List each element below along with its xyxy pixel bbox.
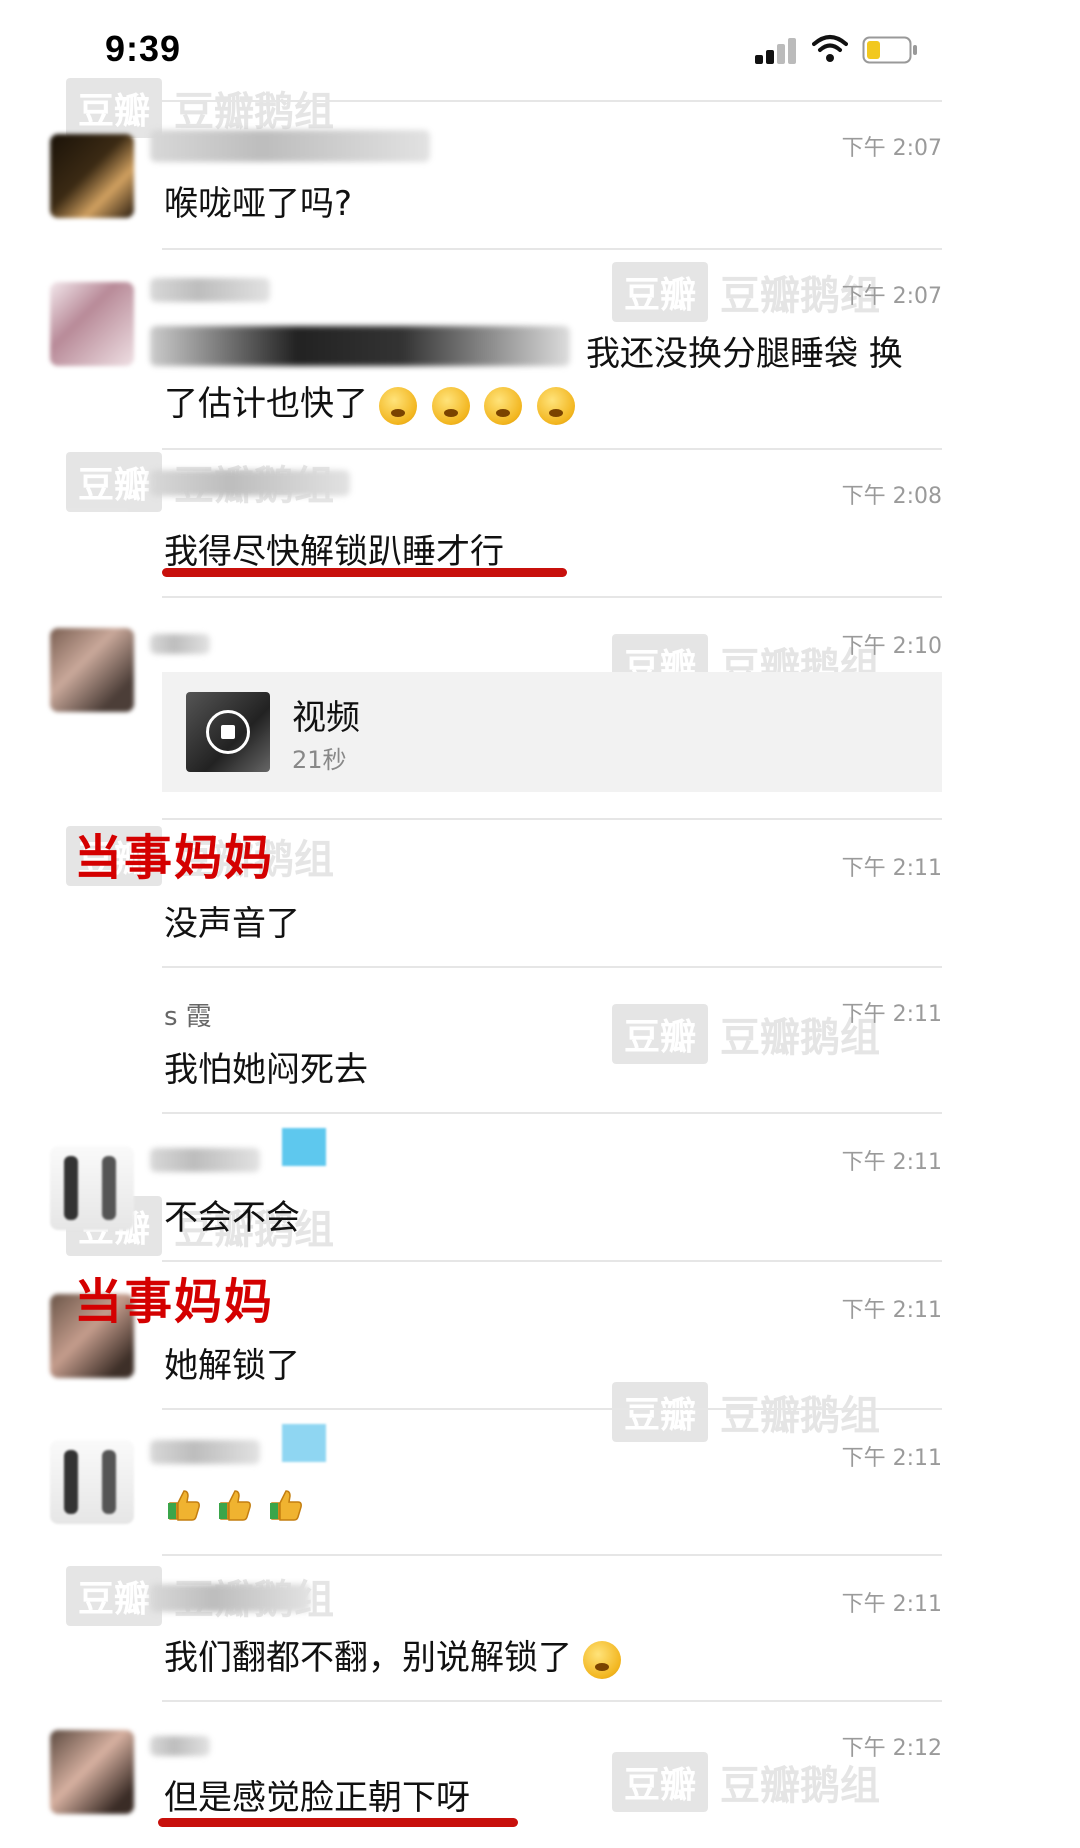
mom-annotation-label: 当事妈妈 xyxy=(74,830,275,886)
status-time: 9:39 xyxy=(105,28,182,69)
message-text: 但是感觉脸正朝下呀 xyxy=(164,1778,470,1818)
avatar[interactable] xyxy=(50,1730,134,1814)
divider xyxy=(162,100,942,102)
video-message-card[interactable]: 视频 21秒 xyxy=(162,672,942,792)
message-text: 她解锁了 xyxy=(164,1346,300,1386)
sleepy-emoji-icon xyxy=(537,386,576,425)
divider xyxy=(162,448,942,450)
video-camera-icon xyxy=(206,710,250,754)
sender-name-redacted xyxy=(150,1440,260,1464)
message-time: 下午 2:11 xyxy=(841,1446,942,1471)
message-time: 下午 2:11 xyxy=(841,1002,942,1027)
red-underline-annotation xyxy=(162,568,567,577)
grinning-sweat-emoji-icon xyxy=(582,1640,621,1679)
message-time: 下午 2:08 xyxy=(841,484,942,509)
avatar[interactable] xyxy=(50,1146,134,1230)
thumbs-up-emoji-icon xyxy=(269,1489,302,1521)
divider xyxy=(162,596,942,598)
watermark: 豆瓣豆瓣鹅组 xyxy=(612,1382,880,1442)
message-text: 我得尽快解锁趴睡才行 xyxy=(164,532,504,572)
sender-name-redacted xyxy=(150,130,430,162)
message-text: 喉咙哑了吗? xyxy=(164,184,353,224)
video-title: 视频 xyxy=(292,698,360,738)
battery-icon xyxy=(862,36,917,64)
message-time: 下午 2:10 xyxy=(841,634,942,659)
message-text: 没声音了 xyxy=(164,904,300,944)
watermark: 豆瓣豆瓣鹅组 xyxy=(612,1752,880,1812)
sender-name-redacted xyxy=(150,1736,210,1756)
divider xyxy=(162,1112,942,1114)
sender-name-redacted xyxy=(150,470,350,496)
message-time: 下午 2:07 xyxy=(841,284,942,309)
avatar[interactable] xyxy=(50,1440,134,1524)
thumbs-up-emoji-icon xyxy=(168,1489,200,1521)
sleepy-emoji-icon xyxy=(484,386,523,425)
message-time: 下午 2:11 xyxy=(841,1298,942,1323)
blue-tag-redaction xyxy=(282,1424,326,1462)
message-text: 我怕她闷死去 xyxy=(164,1050,368,1090)
sender-name-redacted xyxy=(150,278,270,302)
message-time: 下午 2:11 xyxy=(841,1150,942,1175)
message-text: 我们翻都不翻，别说解锁了 xyxy=(164,1630,625,1679)
sender-name-redacted xyxy=(150,1148,260,1172)
divider xyxy=(162,1554,942,1556)
divider xyxy=(162,1700,942,1702)
divider xyxy=(162,966,942,968)
message-text-continued: 了估计也快了 xyxy=(164,376,579,425)
signal-icon xyxy=(755,38,799,64)
message-time: 下午 2:07 xyxy=(841,136,942,161)
thumbs-up-emoji-icon xyxy=(218,1489,251,1521)
status-bar: 9:39 xyxy=(0,0,1080,100)
divider xyxy=(162,1260,942,1262)
message-text: 不会不会 xyxy=(164,1198,300,1238)
message-time: 下午 2:12 xyxy=(841,1736,942,1761)
video-duration: 21秒 xyxy=(292,746,347,774)
blue-tag-redaction xyxy=(282,1128,326,1166)
divider xyxy=(162,1408,942,1410)
watermark: 豆瓣豆瓣鹅组 xyxy=(612,262,880,322)
grinning-sweat-emoji-icon xyxy=(378,386,417,425)
message-text: 我还没换分腿睡袋 换 xyxy=(586,334,903,374)
wifi-icon xyxy=(812,35,848,62)
red-underline-annotation xyxy=(158,1818,518,1827)
mention-redacted xyxy=(150,326,570,366)
sleepy-emoji-icon xyxy=(431,386,470,425)
avatar[interactable] xyxy=(50,628,134,712)
sender-name: s 霞 xyxy=(164,1002,212,1032)
sender-name-redacted xyxy=(150,634,210,654)
message-time: 下午 2:11 xyxy=(841,1592,942,1617)
avatar[interactable] xyxy=(50,282,134,366)
avatar[interactable] xyxy=(50,134,134,218)
message-emojis xyxy=(164,1482,306,1523)
divider xyxy=(162,818,942,820)
video-thumbnail xyxy=(186,692,270,772)
divider xyxy=(162,248,942,250)
sender-name-redacted xyxy=(150,1584,310,1612)
message-time: 下午 2:11 xyxy=(841,856,942,881)
mom-annotation-label: 当事妈妈 xyxy=(74,1274,275,1330)
watermark: 豆瓣豆瓣鹅组 xyxy=(612,1004,880,1064)
